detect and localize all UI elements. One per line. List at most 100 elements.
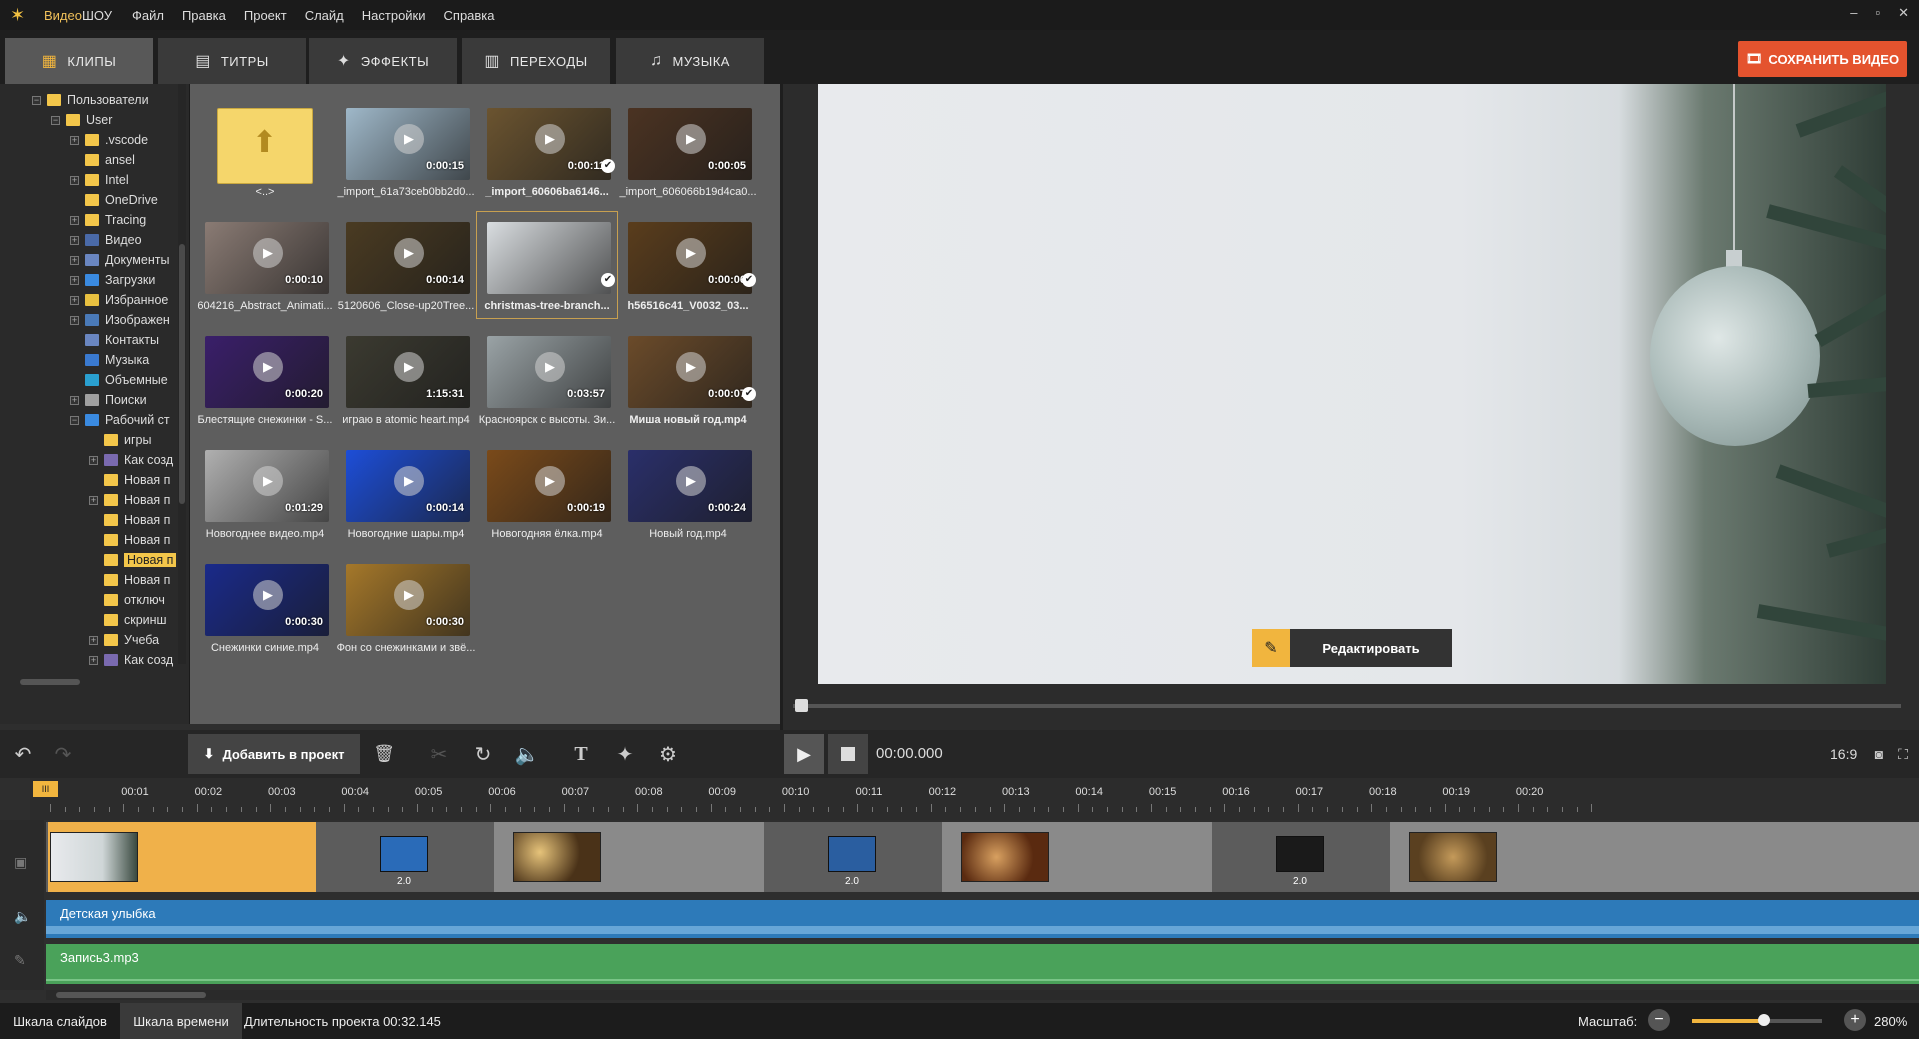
fullscreen-icon[interactable]: ⛶ [1892, 730, 1914, 778]
clip-thumbnail[interactable] [513, 832, 601, 882]
tree-item[interactable]: + Учеба [89, 630, 159, 650]
tree-item[interactable]: + .vscode [70, 130, 148, 150]
minimize-icon[interactable]: – [1850, 5, 1857, 21]
transition-thumbnail[interactable] [828, 836, 876, 872]
tree-item[interactable]: + Tracing [70, 210, 146, 230]
rotate-icon[interactable]: ↻ [468, 730, 498, 778]
tree-item[interactable]: + Поиски [70, 390, 147, 410]
edit-button[interactable]: ✎ Редактировать [1252, 629, 1452, 667]
tab-clips[interactable]: ▦ КЛИПЫ [5, 38, 153, 84]
expander-icon[interactable]: + [89, 495, 98, 505]
clip-item[interactable]: ▶ 0:00:15 _import_61a73ceb0bb2d0... [336, 98, 476, 204]
tree-item[interactable]: − User [51, 110, 112, 130]
tree-item[interactable]: − Пользователи [32, 90, 149, 110]
tree-item[interactable]: + Как созд [89, 650, 173, 670]
play-button[interactable]: ▶ [784, 734, 824, 774]
seek-handle[interactable] [795, 699, 808, 712]
redo-icon[interactable]: ↷ [48, 730, 78, 778]
expander-icon[interactable]: + [70, 315, 79, 325]
menu-item[interactable]: Правка [182, 8, 226, 23]
transition-thumbnail[interactable] [380, 836, 428, 872]
scissors-icon[interactable]: ✂ [424, 730, 454, 778]
expander-icon[interactable]: + [89, 455, 98, 465]
save-video-button[interactable]: 🎞 СОХРАНИТЬ ВИДЕО [1738, 41, 1907, 77]
clip-item[interactable]: ▶ 1:15:31 играю в atomic heart.mp4 [336, 326, 476, 432]
tree-item[interactable]: + Как созд [89, 450, 173, 470]
tree-item[interactable]: Контакты [70, 330, 159, 350]
maximize-icon[interactable]: ▫ [1875, 5, 1880, 21]
clip-item[interactable]: ▶ 0:00:07 ✔ Миша новый год.mp4 [618, 326, 758, 432]
clip-thumbnail[interactable] [961, 832, 1049, 882]
clip-item[interactable]: ▶ 0:00:19 Новогодняя ёлка.mp4 [477, 440, 617, 546]
timeline-scrollbar[interactable] [46, 990, 1919, 1000]
close-icon[interactable]: ✕ [1898, 5, 1909, 21]
expander-icon[interactable]: + [70, 175, 79, 185]
tree-item[interactable]: + Загрузки [70, 270, 155, 290]
clip-item[interactable]: ▶ 0:00:06 ✔ h56516c41_V0032_03... [618, 212, 758, 318]
expander-icon[interactable]: − [70, 415, 79, 425]
volume-icon[interactable]: 🔈 [512, 730, 542, 778]
clip-item[interactable]: ▶ 0:00:24 Новый год.mp4 [618, 440, 758, 546]
clip-thumbnail[interactable] [1409, 832, 1497, 882]
tree-item[interactable]: скринш [89, 610, 167, 630]
tree-item[interactable]: Новая п [89, 510, 170, 530]
zoom-in-button[interactable]: + [1844, 1009, 1866, 1031]
tree-item[interactable]: Новая п [89, 550, 177, 570]
tree-scrollbar[interactable] [178, 84, 186, 664]
add-to-project-button[interactable]: ⬇ Добавить в проект [188, 734, 360, 774]
menu-item[interactable]: Файл [132, 8, 164, 23]
seek-bar[interactable] [793, 704, 1901, 708]
clip-item[interactable]: ▶ 0:00:30 Снежинки синие.mp4 [195, 554, 335, 660]
expander-icon[interactable]: + [70, 295, 79, 305]
tree-item[interactable]: + Изображен [70, 310, 170, 330]
clip-item[interactable]: ▶✔christmas-tree-branch... [476, 211, 618, 319]
expander-icon[interactable]: + [70, 275, 79, 285]
camera-icon[interactable]: ◙ [1868, 730, 1890, 778]
audio-track-music[interactable]: Детская улыбка [46, 900, 1919, 938]
clip-item[interactable]: ▶ 0:00:10 604216_Abstract_Animati... [195, 212, 335, 318]
expander-icon[interactable]: + [89, 635, 98, 645]
text-icon[interactable]: T [566, 730, 596, 778]
stop-button[interactable] [828, 734, 868, 774]
clip-item[interactable]: ▶ 0:00:14 Новогодние шары.mp4 [336, 440, 476, 546]
tree-item[interactable]: + Документы [70, 250, 169, 270]
tree-item[interactable]: − Рабочий ст [70, 410, 170, 430]
clip-item[interactable]: ▶ 0:00:14 5120606_Close-up20Tree... [336, 212, 476, 318]
tree-item[interactable]: Новая п [89, 570, 170, 590]
undo-icon[interactable]: ↶ [8, 730, 38, 778]
clip-item[interactable]: ▶ 0:00:20 Блестящие снежинки - S... [195, 326, 335, 432]
clip-item[interactable]: ▶ 0:00:05 _import_606066b19d4ca0... [618, 98, 758, 204]
expander-icon[interactable]: + [70, 395, 79, 405]
clip-item[interactable]: ▶ 0:01:29 Новогоднее видео.mp4 [195, 440, 335, 546]
tree-item[interactable]: ansel [70, 150, 135, 170]
tree-horizontal-scrollbar[interactable] [20, 679, 80, 685]
tree-item[interactable]: Новая п [89, 530, 170, 550]
clip-thumbnail[interactable] [50, 832, 138, 882]
parent-folder-item[interactable]: ⬆ <..> [195, 98, 335, 204]
zoom-slider-handle[interactable] [1757, 1014, 1770, 1026]
folder-tree[interactable]: − Пользователи − User + .vscode ansel + Intel One… [0, 84, 190, 724]
menu-item[interactable]: Справка [444, 8, 495, 23]
tree-item[interactable]: Музыка [70, 350, 149, 370]
clip-item[interactable]: ▶ 0:00:11 ✔ _import_60606ba6146... [477, 98, 617, 204]
expander-icon[interactable]: + [70, 235, 79, 245]
zoom-out-button[interactable]: − [1648, 1009, 1670, 1031]
clip-item[interactable]: ▶ 0:03:57 Красноярск с высоты. Зи... [477, 326, 617, 432]
tab-music[interactable]: ♫ МУЗЫКА [616, 38, 764, 84]
tree-item[interactable]: отключ [89, 590, 165, 610]
tree-item[interactable]: Новая п [89, 470, 170, 490]
clip-item[interactable]: ▶ 0:00:30 Фон со снежинками и звё... [336, 554, 476, 660]
tree-item[interactable]: + Новая п [89, 490, 170, 510]
tab-titles[interactable]: ▤ ТИТРЫ [158, 38, 306, 84]
tree-item[interactable]: игры [89, 430, 151, 450]
aspect-ratio[interactable]: 16:9 [1830, 746, 1857, 762]
menu-item[interactable]: Проект [244, 8, 287, 23]
expander-icon[interactable]: + [70, 215, 79, 225]
playhead[interactable]: III [33, 781, 58, 797]
tree-item[interactable]: Объемные [70, 370, 168, 390]
tree-item[interactable]: + Избранное [70, 290, 168, 310]
delete-icon[interactable]: 🗑 [370, 730, 398, 778]
menu-item[interactable]: Настройки [362, 8, 426, 23]
expander-icon[interactable]: + [89, 655, 98, 665]
tab-timeline-scale[interactable]: Шкала времени [120, 1003, 242, 1039]
